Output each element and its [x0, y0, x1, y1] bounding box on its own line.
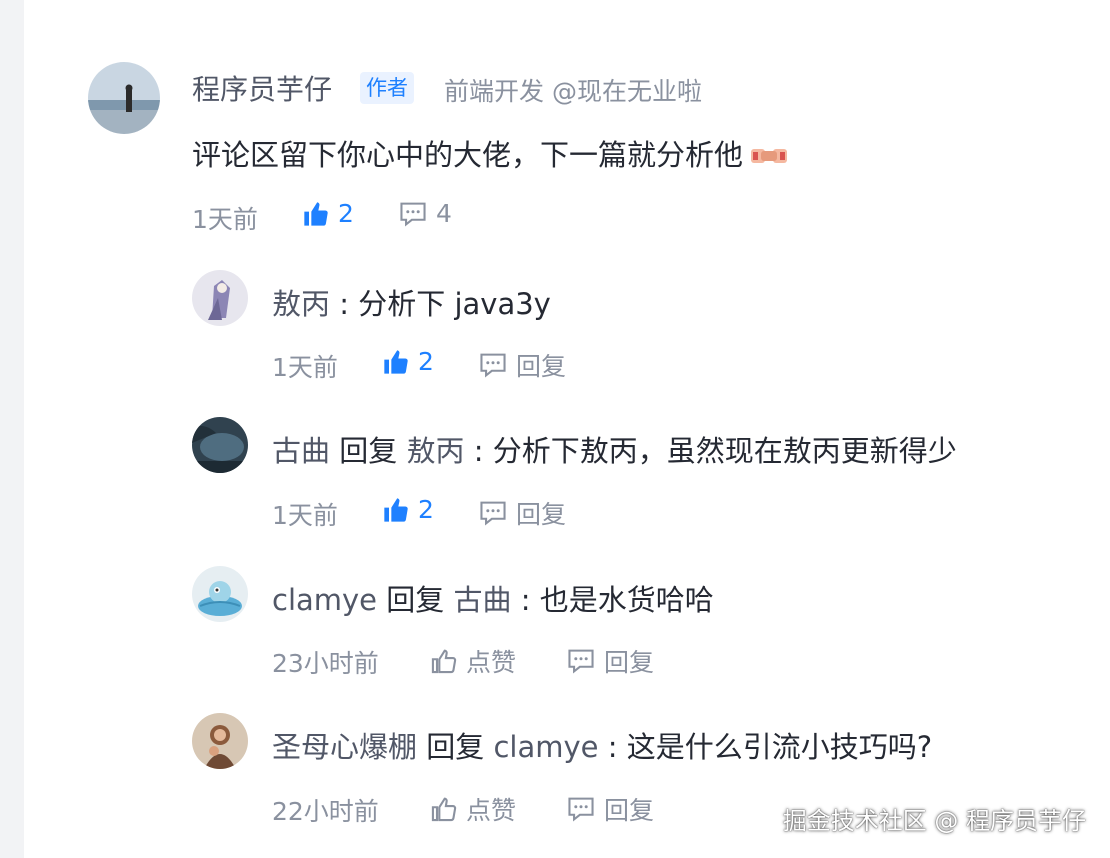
- reply-reply-button[interactable]: 回复: [566, 791, 654, 827]
- watermark: 掘金技术社区 @ 程序员芋仔: [782, 807, 1086, 835]
- comment-icon: [478, 351, 508, 379]
- reply-like-label: 点赞: [466, 796, 517, 825]
- reply-body: 分析下 java3y: [358, 287, 551, 321]
- thumbs-up-outline-icon: [430, 795, 458, 823]
- reply-reply-button[interactable]: 回复: [566, 643, 654, 679]
- reply-time: 1天前: [272, 501, 338, 530]
- thumbs-up-icon: [302, 200, 330, 228]
- reply-text-line: 圣母心爆棚 回复 clamye : 这是什么引流小技巧吗?: [272, 724, 932, 766]
- main-like-button[interactable]: 2: [302, 199, 354, 228]
- author-avatar[interactable]: [88, 62, 160, 134]
- reply-time: 23小时前: [272, 649, 379, 678]
- comment-icon: [478, 499, 508, 527]
- reply-target[interactable]: 古曲: [453, 583, 511, 617]
- thumbs-up-icon: [382, 348, 410, 376]
- main-comment-body: 评论区留下你心中的大佬，下一篇就分析他: [192, 138, 744, 172]
- reply-avatar[interactable]: [192, 270, 248, 326]
- reply-text-line: 敖丙 : 分析下 java3y: [272, 281, 551, 323]
- comment-icon: [398, 200, 428, 228]
- comment-icon: [566, 795, 596, 823]
- reply-body: 也是水货哈哈: [539, 583, 714, 617]
- reply-reply-label: 回复: [516, 500, 567, 529]
- main-comment-text: 评论区留下你心中的大佬，下一篇就分析他: [192, 132, 789, 176]
- reply-like-button[interactable]: 点赞: [430, 791, 516, 827]
- reply-like-label: 点赞: [466, 648, 517, 677]
- author-badge: 作者: [360, 72, 414, 104]
- reply-reply-button[interactable]: 回复: [478, 347, 566, 383]
- main-comment-time: 1天前: [192, 205, 258, 234]
- reply-separator: :: [511, 583, 540, 617]
- reply-separator: :: [330, 287, 359, 321]
- reply-word: 回复: [386, 583, 445, 617]
- reply-author[interactable]: clamye: [272, 583, 377, 617]
- main-comment-button[interactable]: 4: [398, 199, 452, 228]
- handshake-emoji-icon: [749, 142, 789, 176]
- thumbs-up-icon: [382, 496, 410, 524]
- reply-avatar[interactable]: [192, 417, 248, 473]
- reply-reply-label: 回复: [516, 352, 567, 381]
- reply-like-button[interactable]: 2: [382, 495, 434, 524]
- reply-avatar[interactable]: [192, 566, 248, 622]
- comment-panel: 程序员芋仔 作者 前端开发 @现在无业啦 评论区留下你心中的大佬，下一篇就分析他…: [24, 0, 1110, 858]
- reply-text-line: clamye 回复 古曲 : 也是水货哈哈: [272, 577, 714, 619]
- comment-icon: [566, 647, 596, 675]
- reply-text-line: 古曲 回复 敖丙 : 分析下敖丙，虽然现在敖丙更新得少: [272, 428, 957, 470]
- reply-word: 回复: [426, 730, 485, 764]
- reply-time: 1天前: [272, 353, 338, 382]
- reply-like-label: 2: [418, 495, 434, 524]
- reply-reply-button[interactable]: 回复: [478, 495, 566, 531]
- thumbs-up-outline-icon: [430, 647, 458, 675]
- reply-target[interactable]: clamye: [493, 730, 598, 764]
- reply-target[interactable]: 敖丙: [406, 434, 464, 468]
- main-like-count: 2: [338, 199, 354, 228]
- reply-author[interactable]: 圣母心爆棚: [272, 730, 417, 764]
- reply-body: 分析下敖丙，虽然现在敖丙更新得少: [492, 434, 957, 468]
- reply-reply-label: 回复: [604, 796, 655, 825]
- reply-like-label: 2: [418, 347, 434, 376]
- reply-body: 这是什么引流小技巧吗?: [626, 730, 933, 764]
- author-name[interactable]: 程序员芋仔: [192, 68, 332, 108]
- reply-like-button[interactable]: 点赞: [430, 643, 516, 679]
- reply-avatar[interactable]: [192, 713, 248, 769]
- reply-separator: :: [598, 730, 627, 764]
- reply-reply-label: 回复: [604, 648, 655, 677]
- main-comment-count: 4: [436, 199, 452, 228]
- reply-separator: :: [464, 434, 493, 468]
- author-subtitle: 前端开发 @现在无业啦: [444, 77, 702, 106]
- reply-author[interactable]: 敖丙: [272, 287, 330, 321]
- reply-like-button[interactable]: 2: [382, 347, 434, 376]
- reply-word: 回复: [339, 434, 398, 468]
- reply-author[interactable]: 古曲: [272, 434, 330, 468]
- reply-time: 22小时前: [272, 797, 379, 826]
